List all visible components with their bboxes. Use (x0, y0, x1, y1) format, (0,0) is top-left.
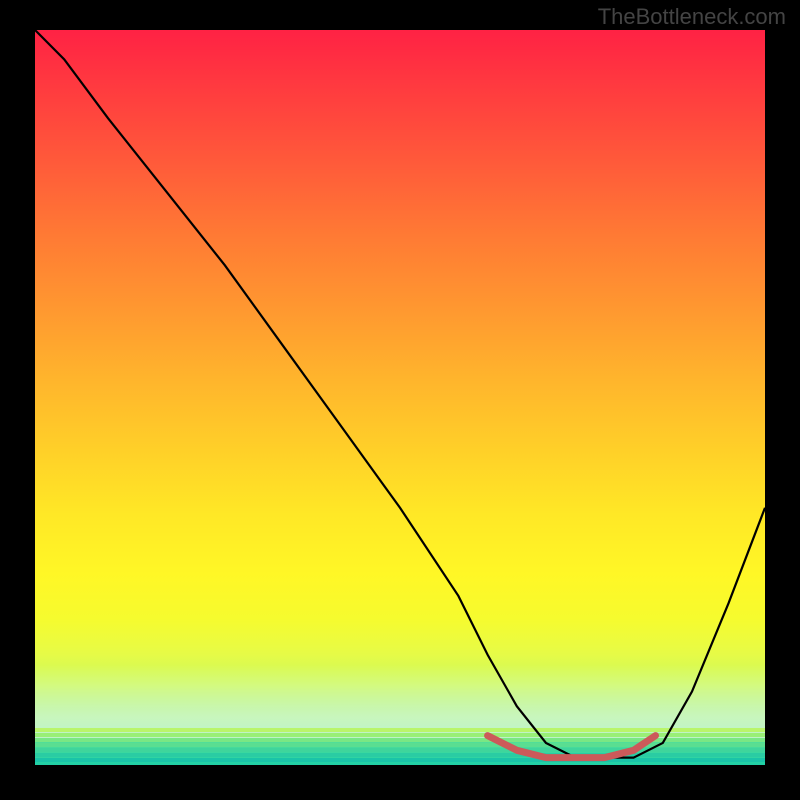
optimal-zone-marker (488, 736, 656, 758)
watermark-text: TheBottleneck.com (598, 4, 786, 30)
plot-area (35, 30, 765, 765)
chart-container: TheBottleneck.com (0, 0, 800, 800)
curve-svg (35, 30, 765, 765)
bottleneck-curve (35, 30, 765, 758)
